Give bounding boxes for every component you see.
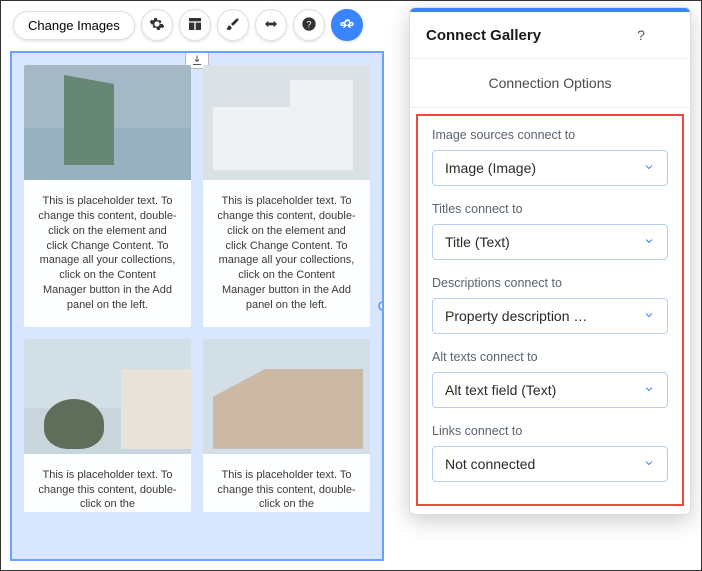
gallery-card[interactable]: This is placeholder text. To change this…	[24, 65, 191, 327]
gallery-card[interactable]: This is placeholder text. To change this…	[203, 65, 370, 327]
field-alt-texts: Alt texts connect to Alt text field (Tex…	[432, 350, 668, 408]
select-value: Alt text field (Text)	[445, 382, 556, 398]
connect-gallery-panel: Connect Gallery ? Connection Options Ima…	[409, 7, 691, 515]
titles-select[interactable]: Title (Text)	[432, 224, 668, 260]
panel-help-button[interactable]: ?	[630, 24, 652, 46]
field-label: Descriptions connect to	[432, 276, 668, 290]
field-label: Alt texts connect to	[432, 350, 668, 364]
change-images-button[interactable]: Change Images	[13, 11, 135, 40]
help-button[interactable]: ?	[293, 9, 325, 41]
field-links: Links connect to Not connected	[432, 424, 668, 482]
card-image	[203, 339, 370, 454]
card-caption: This is placeholder text. To change this…	[203, 180, 370, 327]
layout-button[interactable]	[179, 9, 211, 41]
gallery-card[interactable]: This is placeholder text. To change this…	[203, 339, 370, 513]
gallery-card[interactable]: This is placeholder text. To change this…	[24, 339, 191, 513]
gear-icon	[149, 16, 165, 35]
design-button[interactable]	[217, 9, 249, 41]
svg-text:?: ?	[306, 19, 311, 29]
chevron-down-icon	[643, 160, 655, 176]
connection-options-highlight: Image sources connect to Image (Image) T…	[416, 114, 684, 506]
select-value: Property description …	[445, 308, 587, 324]
settings-button[interactable]	[141, 9, 173, 41]
field-titles: Titles connect to Title (Text)	[432, 202, 668, 260]
panel-header: Connect Gallery ?	[410, 12, 690, 59]
alt-texts-select[interactable]: Alt text field (Text)	[432, 372, 668, 408]
field-label: Image sources connect to	[432, 128, 668, 142]
card-caption: This is placeholder text. To change this…	[203, 454, 370, 513]
stretch-button[interactable]	[255, 9, 287, 41]
help-icon: ?	[637, 27, 645, 43]
card-image	[24, 65, 191, 180]
card-image	[203, 65, 370, 180]
select-value: Title (Text)	[445, 234, 510, 250]
connect-data-button[interactable]	[331, 9, 363, 41]
field-image-sources: Image sources connect to Image (Image)	[432, 128, 668, 186]
chevron-down-icon	[643, 456, 655, 472]
chevron-down-icon	[643, 382, 655, 398]
chevron-down-icon	[643, 308, 655, 324]
field-label: Links connect to	[432, 424, 668, 438]
gallery-grid: This is placeholder text. To change this…	[12, 53, 382, 524]
panel-title: Connect Gallery	[426, 27, 630, 44]
layout-icon	[187, 16, 203, 35]
resize-handle-right[interactable]	[378, 301, 384, 311]
stretch-icon	[263, 16, 279, 35]
chevron-down-icon	[643, 234, 655, 250]
connect-icon	[339, 16, 355, 35]
image-sources-select[interactable]: Image (Image)	[432, 150, 668, 186]
select-value: Image (Image)	[445, 160, 536, 176]
links-select[interactable]: Not connected	[432, 446, 668, 482]
field-label: Titles connect to	[432, 202, 668, 216]
descriptions-select[interactable]: Property description …	[432, 298, 668, 334]
card-caption: This is placeholder text. To change this…	[24, 454, 191, 513]
card-caption: This is placeholder text. To change this…	[24, 180, 191, 327]
field-descriptions: Descriptions connect to Property descrip…	[432, 276, 668, 334]
brush-icon	[225, 16, 241, 35]
section-heading: Connection Options	[410, 59, 690, 108]
card-image	[24, 339, 191, 454]
help-icon: ?	[301, 16, 317, 35]
selected-gallery[interactable]: This is placeholder text. To change this…	[10, 51, 384, 561]
select-value: Not connected	[445, 456, 535, 472]
panel-close-button[interactable]	[652, 24, 674, 46]
